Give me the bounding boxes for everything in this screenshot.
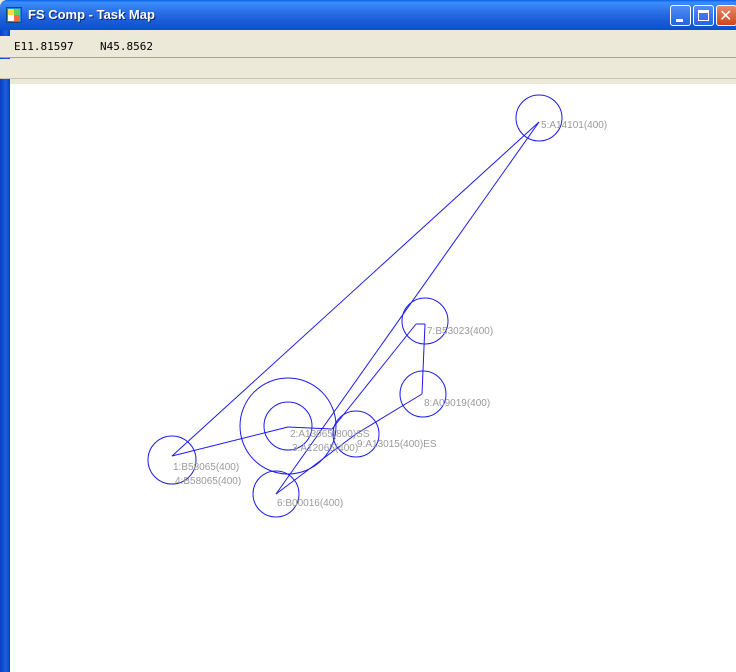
close-button[interactable]: ✕ [716,5,736,26]
waypoint-label: 8:A09019(400) [424,398,490,409]
maximize-button[interactable] [693,5,714,26]
coordinate-bar: E11.81597 N45.8562 [0,36,736,58]
minimize-icon [676,19,683,22]
turnpoint-cylinder[interactable] [401,297,449,345]
route-leg [331,323,417,430]
title-bar[interactable]: FS Comp - Task Map ✕ [0,0,736,30]
task-map-window: FS Comp - Task Map ✕ E11.81597 N45.8562 [0,0,736,672]
window-title: FS Comp - Task Map [28,7,155,22]
close-icon: ✕ [719,6,733,25]
task-map-canvas[interactable]: 5:A14101(400) 7:B53023(400) 8:A09019(400… [10,84,736,672]
north-coordinate: N45.8562 [100,40,153,53]
waypoint-label: 5:A14101(400) [541,120,607,131]
waypoint-label: 3:A12065(400) [292,443,358,454]
route-leg [171,426,289,457]
minimize-button[interactable] [670,5,691,26]
waypoint-label: 4:B58065(400) [175,476,241,487]
waypoint-label: 7:B53023(400) [427,326,493,337]
waypoint-label: 9:A13015(400)ES [357,439,437,450]
toolbar-strip [0,59,736,79]
start-cylinder[interactable] [239,377,337,475]
task-map-svg[interactable]: 5:A14101(400) 7:B53023(400) 8:A09019(400… [10,84,736,672]
fscomp-app-icon[interactable] [6,7,22,23]
maximize-icon [698,10,709,21]
east-coordinate: E11.81597 [14,40,74,53]
waypoint-label: 6:B00016(400) [277,498,343,509]
window-left-frame [0,30,10,672]
turnpoint-cylinder[interactable] [515,94,563,142]
route-leg [421,323,426,395]
waypoint-label: 1:B58065(400) [173,462,239,473]
